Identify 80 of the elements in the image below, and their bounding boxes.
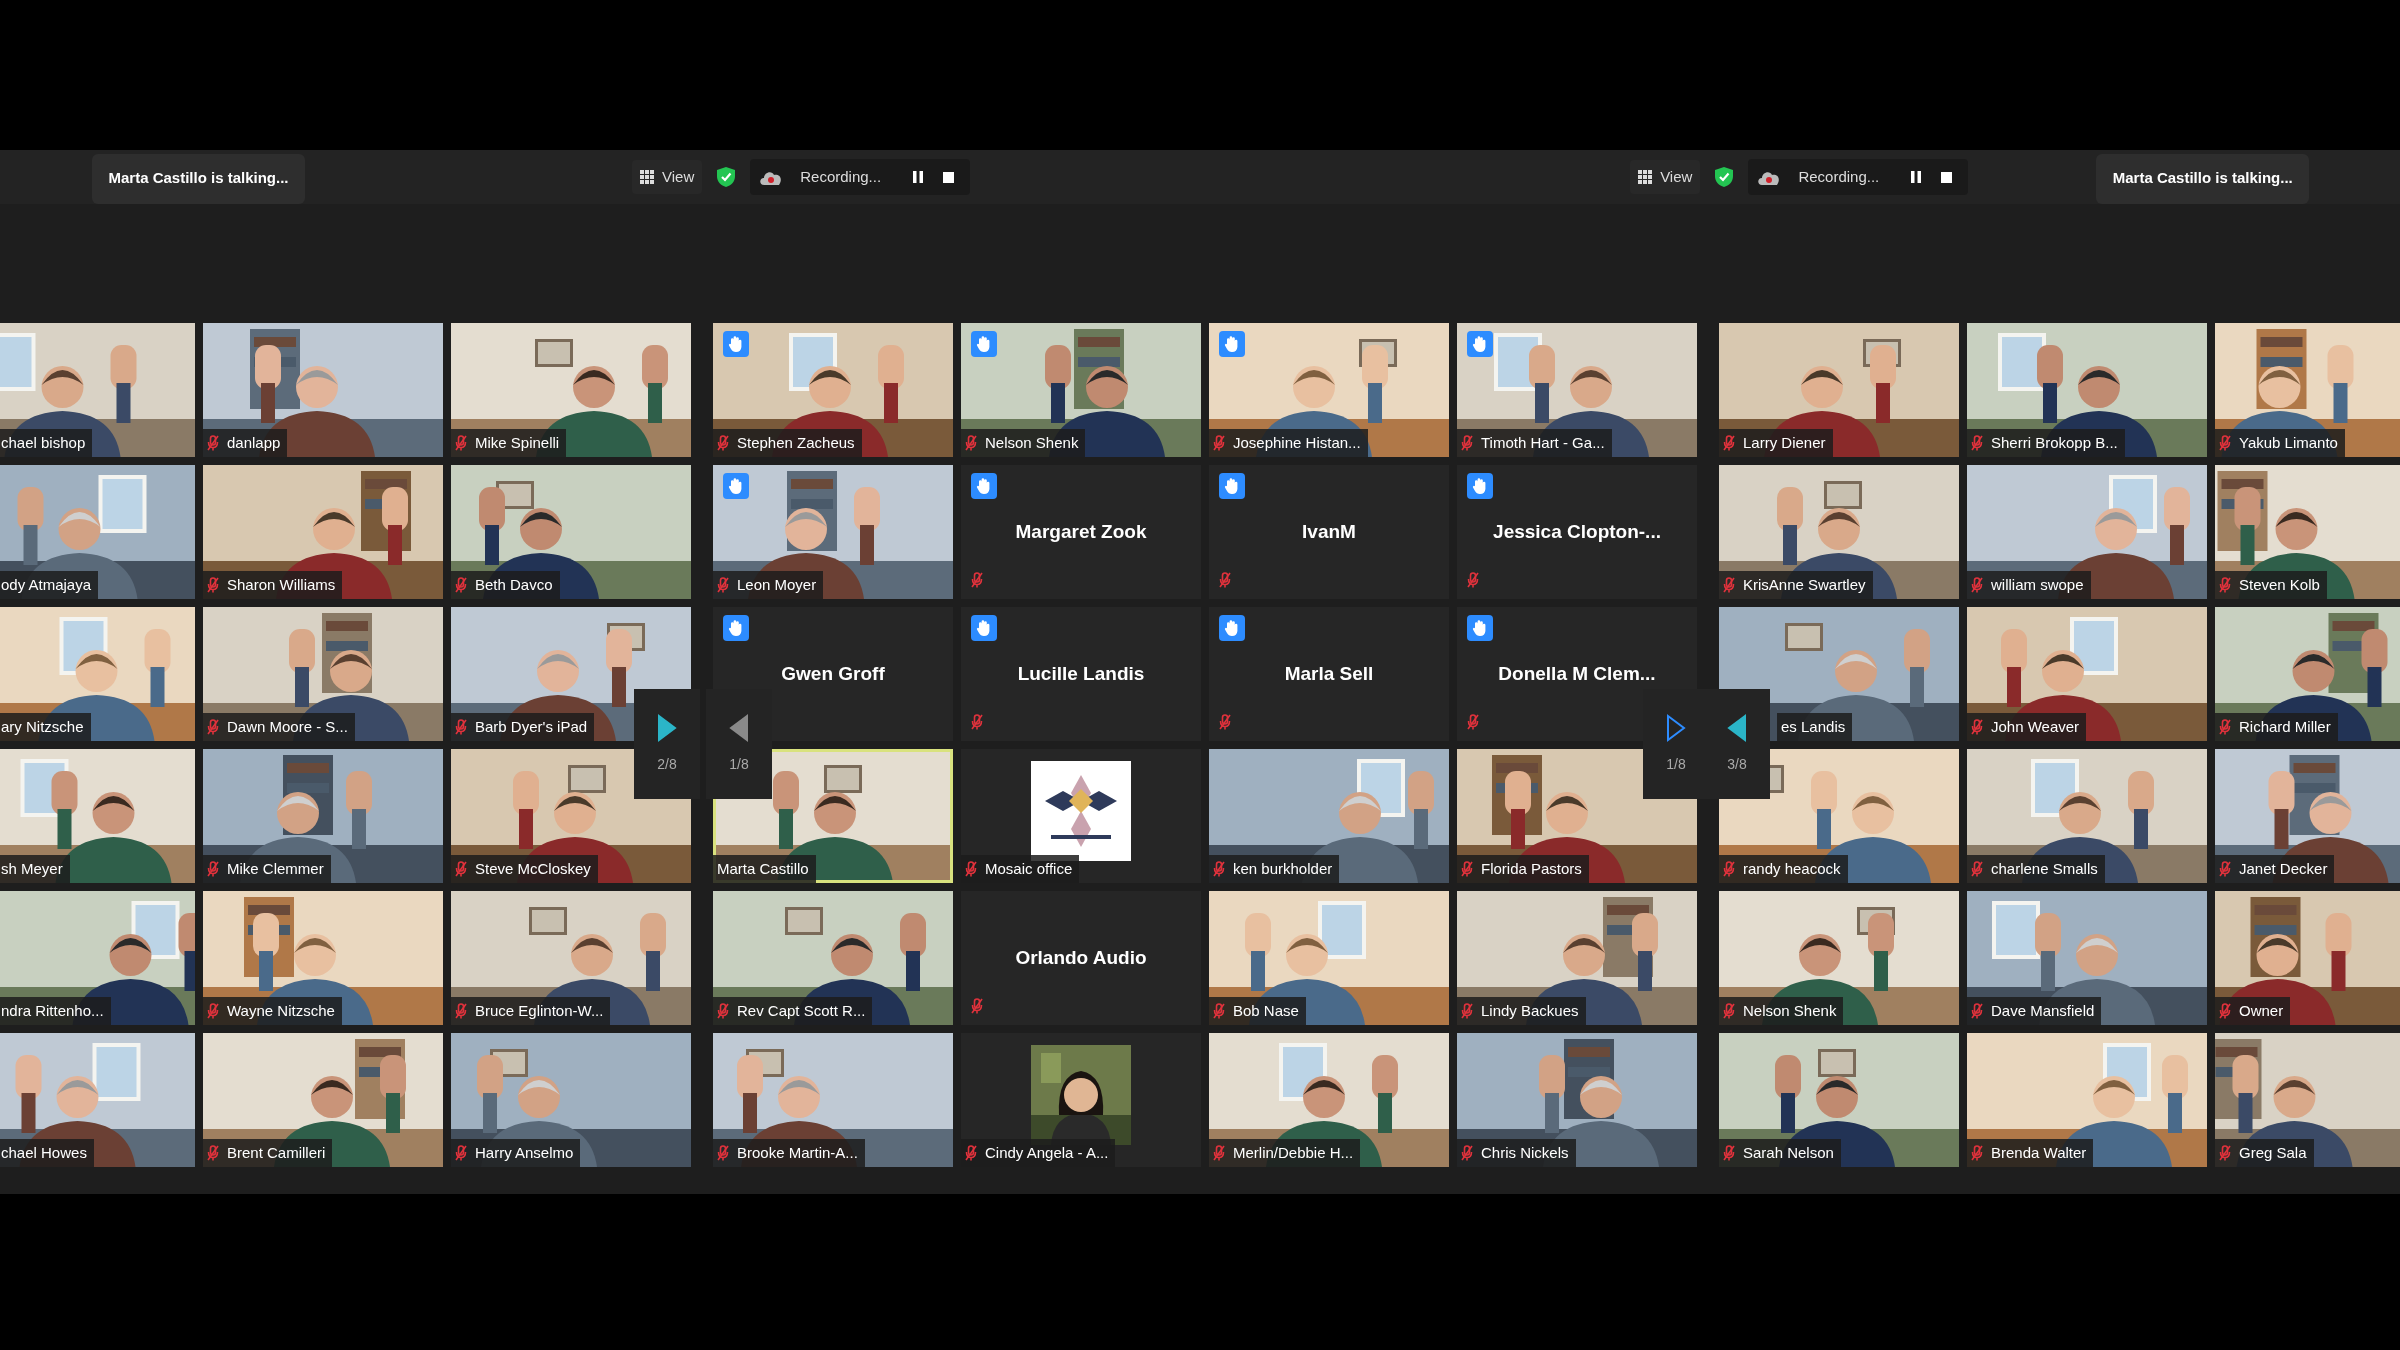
participant-name: ken burkholder [1233,858,1333,879]
participant-name: Marla Sell [1284,661,1374,686]
recording-status: Recording... [800,166,882,187]
participant-name: Sherri Brokopp B... [1991,432,2118,453]
participant-name: Steve McCloskey [475,858,591,879]
page-next-button[interactable]: 2/8 [634,689,700,799]
participant-name: Harry Anselmo [475,1142,574,1163]
participant-name: Beth Davco [475,574,553,595]
participant-name: charlene Smalls [1991,858,2098,879]
participant-name: Larry Diener [1743,432,1826,453]
pause-icon [913,171,924,183]
participant-name: Bruce Eglinton-W... [475,1000,604,1021]
participant-name: ary Nitzsche [1,716,84,737]
participant-name: Marta Castillo [717,858,809,879]
participant-name: Sharon Williams [227,574,336,595]
participant-name: IvanM [1302,519,1356,544]
participant-name: Mike Clemmer [227,858,324,879]
participant-name: Owner [2239,1000,2284,1021]
talking-indicator: Marta Castillo is talking... [92,153,305,204]
participant-name: Nelson Shenk [1743,1000,1837,1021]
participant-name: Josephine Histan... [1233,432,1361,453]
participant-name: Lucille Landis [1017,661,1145,686]
participant-name: Wayne Nitzsche [227,1000,335,1021]
participant-name: Barb Dyer's iPad [475,716,588,737]
participant-name: Rev Capt Scott R... [737,1000,866,1021]
view-button[interactable]: View [1630,160,1701,194]
participant-name: Lindy Backues [1481,1000,1579,1021]
participant-name: Donella M Clem... [1498,661,1656,686]
participant-name: Stephen Zacheus [737,432,855,453]
participant-name: Merlin/Debbie H... [1233,1142,1354,1163]
stop-icon [1941,171,1953,183]
talking-indicator: Marta Castillo is talking... [2096,153,2310,204]
participant-name: Mike Spinelli [475,432,560,453]
participant-name: Florida Pastors [1481,858,1582,879]
left-arrow-icon [1726,713,1748,742]
participant-name: Bob Nase [1233,1000,1299,1021]
participant-name: Chris Nickels [1481,1142,1569,1163]
participant-name: Timoth Hart - Ga... [1481,432,1605,453]
grid-icon [640,170,654,184]
recording-status: Recording... [1798,166,1880,187]
shield-icon [716,166,737,188]
participant-name: Brent Camilleri [227,1142,326,1163]
page-previous-button[interactable]: 1/8 [706,689,772,799]
participant-name: Greg Sala [2239,1142,2307,1163]
grid-icon [1638,170,1653,184]
participant-name: Dawn Moore - S... [227,716,348,737]
participant-name: Margaret Zook [1015,519,1147,544]
participant-name: chael Howes [1,1142,87,1163]
participant-name: Yakub Limanto [2239,432,2338,453]
participant-name: Sarah Nelson [1743,1142,1834,1163]
participant-name: danlapp [227,432,281,453]
participant-name: Richard Miller [2239,716,2331,737]
participant-name: Nelson Shenk [985,432,1079,453]
participant-name: Mosaic office [985,858,1073,879]
participant-name: Janet Decker [2239,858,2328,879]
left-arrow-icon [728,713,750,742]
participant-name: ody Atmajaya [1,574,92,595]
participant-name: ndra Rittenho... [1,1000,104,1021]
participant-name: Leon Moyer [737,574,817,595]
pause-icon [1911,171,1922,183]
participant-name: Brenda Walter [1991,1142,2087,1163]
participant-name: Cindy Angela - A... [985,1142,1109,1163]
right-arrow-icon [1665,713,1687,742]
participant-name: Dave Mansfield [1991,1000,2095,1021]
participant-name: sh Meyer [1,858,63,879]
participant-name: es Landis [1781,716,1846,737]
participant-name: Brooke Martin-A... [737,1142,858,1163]
participant-name: chael bishop [1,432,86,453]
shield-icon [1714,166,1735,188]
participant-name: KrisAnne Swartley [1743,574,1866,595]
stop-icon [943,171,955,183]
participant-name: Orlando Audio [1015,945,1147,970]
participant-name: John Weaver [1991,716,2080,737]
participant-name: randy heacock [1743,858,1841,879]
participant-name: Jessica Clopton-... [1493,519,1661,544]
participant-name: william swope [1991,574,2084,595]
view-button[interactable]: View [632,160,703,194]
participant-name: Gwen Groff [781,661,885,686]
participant-name: Steven Kolb [2239,574,2320,595]
right-arrow-icon [656,713,678,742]
